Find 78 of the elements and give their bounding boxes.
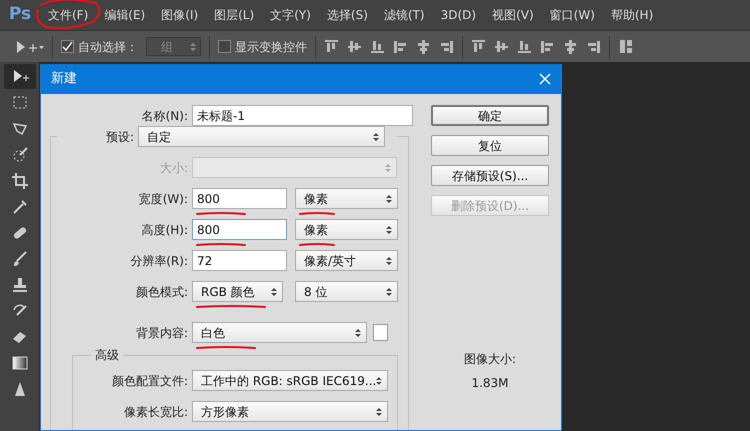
align-icon[interactable] — [393, 39, 408, 54]
updown-icon — [376, 376, 382, 386]
dropdown-select[interactable]: 白色 — [192, 322, 367, 343]
menu-item[interactable]: 编辑(E) — [96, 4, 154, 26]
align-icon[interactable] — [517, 39, 532, 54]
checkbox-label: 自动选择： — [78, 38, 138, 56]
app-logo: Ps — [8, 3, 32, 26]
dialog-title: 新建 — [51, 70, 77, 88]
menu-item[interactable]: 文字(Y) — [262, 4, 319, 26]
updown-icon — [190, 42, 196, 52]
unit-select[interactable]: 像素/英寸 — [295, 250, 398, 271]
checkbox-label: 显示变换控件 — [235, 38, 307, 56]
align-icon[interactable] — [618, 39, 633, 54]
menu-item[interactable]: 窗口(W) — [542, 4, 603, 26]
menu-item[interactable]: 选择(S) — [318, 4, 376, 26]
close-icon[interactable] — [539, 73, 551, 85]
field-label: 大小: — [158, 160, 189, 176]
checkbox[interactable] — [61, 40, 74, 53]
align-icon[interactable] — [471, 39, 486, 54]
updown-icon — [376, 406, 382, 416]
menu-item[interactable]: 视图(V) — [484, 4, 542, 26]
field-label: 颜色配置文件: — [110, 372, 189, 390]
menu-item[interactable]: 文件(F) — [40, 4, 96, 26]
align-icon[interactable] — [347, 39, 362, 54]
dropdown-select[interactable]: 工作中的 RGB: sRGB IEC619... — [192, 370, 388, 391]
tool-button[interactable] — [4, 64, 36, 89]
align-icon[interactable] — [416, 39, 431, 54]
field-label: 分辨率(R): — [129, 252, 189, 270]
field-label: 像素长宽比: — [122, 404, 189, 420]
unit-select[interactable]: 像素 — [295, 219, 398, 240]
updown-icon — [386, 194, 392, 204]
marquee-icon — [10, 94, 28, 112]
number-input[interactable]: 72 — [192, 250, 287, 271]
number-input[interactable]: 800 — [192, 188, 287, 209]
info-label: 图像大小: — [462, 351, 518, 368]
updown-icon — [386, 256, 392, 266]
align-icon[interactable] — [586, 39, 601, 54]
updown-icon — [386, 224, 392, 234]
field-label: 颜色模式: — [134, 284, 189, 300]
align-icon[interactable] — [439, 39, 454, 54]
menu-item[interactable]: 图像(I) — [153, 4, 206, 26]
unit-select[interactable]: 8 位 — [295, 281, 398, 302]
align-icon[interactable] — [370, 39, 385, 54]
align-icon[interactable] — [494, 39, 509, 54]
move-tool-icon[interactable] — [16, 40, 44, 54]
field-label: 宽度(W): — [138, 190, 189, 208]
menu-item[interactable]: 3D(D) — [432, 4, 484, 26]
dropdown-select[interactable]: 方形像素 — [192, 401, 388, 422]
updown-icon — [355, 328, 361, 338]
dialog-button[interactable]: 存储预设(S)... — [431, 165, 549, 186]
menu-item[interactable]: 帮助(H) — [602, 4, 662, 26]
color-swatch[interactable] — [373, 324, 388, 341]
updown-icon — [386, 286, 392, 296]
align-icon[interactable] — [563, 39, 578, 54]
gradient-icon — [10, 354, 28, 372]
align-icon[interactable] — [540, 39, 555, 54]
field-label: 背景内容: — [134, 324, 189, 342]
info-value: 1.83M — [470, 375, 510, 392]
menu-item[interactable]: 滤镜(T) — [376, 4, 433, 26]
unit-select[interactable]: 像素 — [295, 188, 398, 209]
dropdown-select[interactable]: RGB 颜色 — [192, 281, 283, 302]
crop-icon — [10, 172, 28, 190]
field-label: 名称(N): — [140, 108, 189, 124]
number-input[interactable]: 800 — [192, 219, 287, 240]
checkbox[interactable] — [218, 40, 231, 53]
align-icon[interactable] — [324, 39, 339, 54]
field-label: 预设: — [104, 128, 135, 146]
brush-circle-icon — [10, 146, 28, 164]
updown-icon — [373, 132, 379, 142]
stamp-icon — [10, 276, 28, 294]
dialog-button[interactable]: 确定 — [431, 105, 549, 126]
name-input[interactable]: 未标题-1 — [192, 105, 413, 126]
dialog-button[interactable]: 复位 — [431, 135, 549, 156]
preset-select[interactable]: 自定 — [138, 126, 385, 147]
updown-icon — [385, 162, 391, 172]
menu-item[interactable]: 图层(L) — [206, 4, 262, 26]
field-label: 高度(H): — [140, 222, 189, 238]
updown-icon — [271, 286, 277, 296]
